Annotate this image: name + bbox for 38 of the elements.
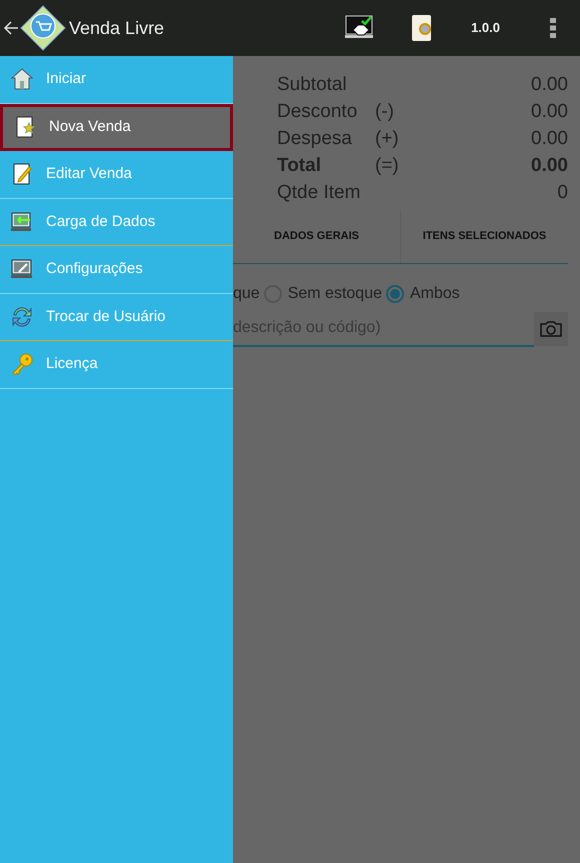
- overflow-menu-icon[interactable]: [550, 18, 556, 38]
- summary-operator: (=): [375, 154, 400, 178]
- summary-label: Subtotal: [277, 73, 348, 98]
- drawer-item[interactable]: Nova Venda: [0, 104, 233, 151]
- radio-button[interactable]: [386, 285, 404, 303]
- summary-label: Total: [277, 154, 322, 178]
- drawer-item[interactable]: Editar Venda: [0, 151, 233, 198]
- document-gear-icon[interactable]: [411, 14, 434, 42]
- summary-value: 0.00: [531, 127, 568, 152]
- tab[interactable]: DADOS GERAIS: [233, 210, 400, 263]
- radio-label: Sem estoque: [288, 284, 382, 304]
- summary-operator: (+): [375, 127, 400, 152]
- summary-value: 0.00: [531, 73, 568, 98]
- drawer-item[interactable]: Trocar de Usuário: [0, 294, 233, 341]
- summary-value: 0: [557, 181, 568, 206]
- monitor-check-icon[interactable]: [345, 15, 376, 41]
- drawer-item[interactable]: Licença: [0, 341, 233, 388]
- summary-value: 0.00: [531, 100, 568, 124]
- arrows-cycle-icon: [10, 304, 34, 329]
- summary-value: 0.00: [531, 154, 568, 178]
- tab[interactable]: ITENS SELECIONADOS: [400, 210, 568, 263]
- monitor-arrow-icon: [10, 210, 34, 234]
- summary-operator: (-): [375, 100, 395, 124]
- radio-label: que: [233, 284, 260, 304]
- summary-label: Desconto: [277, 100, 358, 124]
- back-arrow-icon[interactable]: [3, 20, 19, 36]
- house-icon: [10, 67, 34, 92]
- logo-icon: [19, 4, 67, 52]
- app-title: Venda Livre: [69, 16, 164, 40]
- summary-label: Qtde Item: [277, 181, 362, 206]
- camera-icon: [540, 321, 562, 337]
- camera-button[interactable]: [534, 312, 568, 346]
- radio-label: Ambos: [410, 284, 460, 304]
- drawer-item[interactable]: Carga de Dados: [0, 198, 233, 246]
- key-icon: [10, 352, 34, 376]
- version-label: 1.0.0: [471, 19, 500, 38]
- summary-label: Despesa: [277, 127, 353, 152]
- drawer-item[interactable]: Configurações: [0, 246, 233, 294]
